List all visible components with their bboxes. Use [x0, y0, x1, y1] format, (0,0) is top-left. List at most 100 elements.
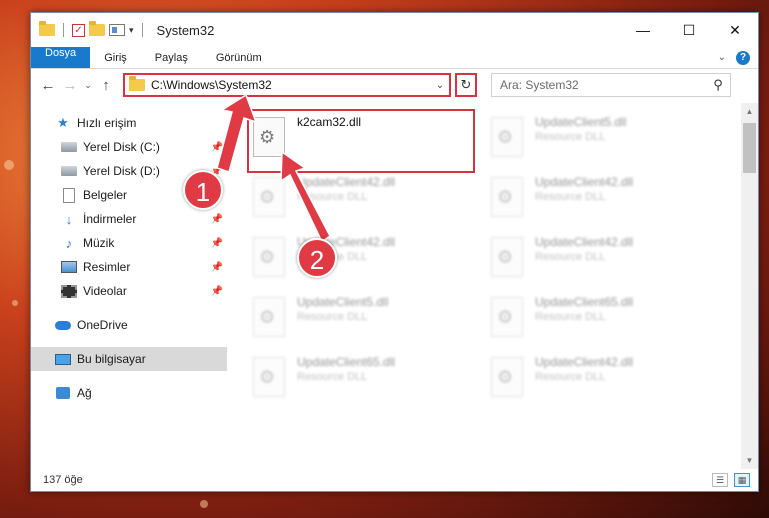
- file-item[interactable]: ⚙ UpdateClient42.dll Resource DLL: [249, 231, 487, 291]
- help-icon[interactable]: ?: [736, 50, 750, 65]
- file-type: Resource DLL: [297, 371, 368, 383]
- file-name: UpdateClient42.dll: [535, 235, 634, 249]
- dll-file-icon: ⚙: [253, 237, 285, 277]
- pictures-icon: [61, 261, 77, 273]
- tab-file[interactable]: Dosya: [31, 47, 91, 68]
- pin-icon[interactable]: 📌: [211, 238, 223, 249]
- file-item[interactable]: ⚙ UpdateClient42.dll Resource DLL: [487, 171, 725, 231]
- gear-icon: ⚙: [259, 187, 276, 207]
- sidebar-item-quick-access[interactable]: ★ Hızlı erişim: [31, 111, 227, 135]
- file-item[interactable]: ⚙ UpdateClient5.dll Resource DLL: [249, 291, 487, 351]
- dll-file-icon: ⚙: [253, 297, 285, 337]
- large-icons-view-icon[interactable]: ▦: [734, 473, 750, 487]
- navigation-pane: ★ Hızlı erişim Yerel Disk (C:) 📌 Yerel D…: [31, 103, 227, 469]
- pin-icon[interactable]: 📌: [211, 286, 223, 297]
- tab-home[interactable]: Giriş: [90, 47, 141, 68]
- dll-file-icon: ⚙: [491, 117, 523, 157]
- address-bar[interactable]: C:\Windows\System32 ⌄: [123, 73, 451, 97]
- gear-icon: ⚙: [497, 307, 514, 327]
- expand-ribbon-icon[interactable]: ⌄: [718, 52, 726, 63]
- gear-icon: ⚙: [259, 127, 276, 147]
- dll-file-icon: ⚙: [491, 177, 523, 217]
- documents-icon: [63, 187, 75, 203]
- scroll-up-arrow-icon[interactable]: ▲: [741, 103, 758, 120]
- disk-icon: [61, 166, 77, 176]
- details-view-icon[interactable]: ☰: [712, 473, 728, 487]
- file-item[interactable]: ⚙ UpdateClient5.dll Resource DLL: [487, 111, 725, 171]
- address-path[interactable]: C:\Windows\System32: [151, 78, 431, 92]
- gear-icon: ⚙: [259, 247, 276, 267]
- dll-file-icon: ⚙: [253, 177, 285, 217]
- properties-check-icon[interactable]: ✓: [72, 23, 85, 37]
- search-input[interactable]: Ara: System32: [500, 78, 706, 92]
- dll-file-icon: ⚙: [491, 357, 523, 397]
- gear-icon: ⚙: [497, 127, 514, 147]
- file-name: UpdateClient42.dll: [297, 175, 396, 189]
- sidebar-item-music[interactable]: ♪ Müzik 📌: [31, 231, 227, 255]
- pin-icon[interactable]: 📌: [211, 142, 223, 153]
- scroll-down-arrow-icon[interactable]: ▼: [741, 452, 758, 469]
- file-item[interactable]: ⚙ UpdateClient42.dll Resource DLL: [487, 231, 725, 291]
- folder-icon: [39, 21, 55, 36]
- gear-icon: ⚙: [259, 367, 276, 387]
- search-icon[interactable]: ⚲: [706, 77, 730, 93]
- pin-icon[interactable]: 📌: [211, 214, 223, 225]
- tab-view[interactable]: Görünüm: [202, 47, 276, 68]
- close-button[interactable]: ✕: [712, 13, 758, 47]
- up-arrow-icon[interactable]: ↑: [95, 77, 117, 94]
- file-type: Resource DLL: [535, 251, 606, 263]
- gear-icon: ⚙: [497, 187, 514, 207]
- file-name: UpdateClient42.dll: [535, 175, 634, 189]
- window-title: System32: [156, 22, 215, 38]
- file-item[interactable]: ⚙ UpdateClient65.dll Resource DLL: [487, 291, 725, 351]
- tab-share[interactable]: Paylaş: [141, 47, 202, 68]
- forward-arrow-icon[interactable]: →: [59, 77, 81, 94]
- recent-locations-chevron-icon[interactable]: ⌄: [81, 80, 95, 91]
- disk-icon: [61, 142, 77, 152]
- customize-toolbar-icon[interactable]: ▾: [129, 25, 134, 36]
- dll-file-icon: ⚙: [491, 297, 523, 337]
- scrollbar-thumb[interactable]: [743, 123, 756, 173]
- back-arrow-icon[interactable]: ←: [37, 77, 59, 94]
- minimize-button[interactable]: —: [620, 13, 666, 47]
- sidebar-item-onedrive[interactable]: OneDrive: [31, 313, 227, 337]
- file-name: UpdateClient65.dll: [535, 295, 634, 309]
- file-name: k2cam32.dll: [297, 115, 362, 129]
- file-name: UpdateClient5.dll: [535, 115, 627, 129]
- new-folder-icon[interactable]: [89, 21, 105, 36]
- sidebar-item-videos[interactable]: Videolar 📌: [31, 279, 227, 303]
- refresh-button[interactable]: ↻: [455, 73, 477, 97]
- properties-icon[interactable]: [109, 24, 125, 36]
- maximize-button[interactable]: ☐: [666, 13, 712, 47]
- search-box[interactable]: Ara: System32 ⚲: [491, 73, 731, 97]
- refresh-icon: ↻: [460, 77, 472, 92]
- window-controls: — ☐ ✕: [620, 13, 758, 47]
- vertical-scrollbar[interactable]: ▲ ▼: [741, 103, 758, 469]
- explorer-window: ✓ ▾ System32 — ☐ ✕ Dosya Giriş Paylaş Gö…: [30, 12, 759, 492]
- sidebar-item-local-disk-c[interactable]: Yerel Disk (C:) 📌: [31, 135, 227, 159]
- file-name: UpdateClient65.dll: [297, 355, 396, 369]
- file-type: Resource DLL: [297, 311, 368, 323]
- file-type: Resource DLL: [535, 311, 606, 323]
- sidebar-item-this-pc[interactable]: Bu bilgisayar: [31, 347, 227, 371]
- network-icon: [56, 387, 70, 399]
- sidebar-item-downloads[interactable]: ↓ İndirmeler 📌: [31, 207, 227, 231]
- address-dropdown-chevron-icon[interactable]: ⌄: [431, 80, 449, 91]
- step-1-callout: 1: [183, 170, 223, 210]
- sidebar-item-pictures[interactable]: Resimler 📌: [31, 255, 227, 279]
- status-bar: 137 öğe ☰ ▦: [31, 469, 758, 491]
- file-item-k2cam32[interactable]: ⚙ k2cam32.dll: [247, 109, 475, 173]
- dll-file-icon: ⚙: [253, 117, 285, 157]
- file-item[interactable]: ⚙ UpdateClient42.dll Resource DLL: [487, 351, 725, 411]
- dll-file-icon: ⚙: [491, 237, 523, 277]
- gear-icon: ⚙: [497, 367, 514, 387]
- quick-access-toolbar: ✓ ▾: [39, 13, 147, 47]
- item-count: 137 öğe: [43, 474, 83, 486]
- gear-icon: ⚙: [497, 247, 514, 267]
- file-item[interactable]: ⚙ UpdateClient42.dll Resource DLL: [249, 171, 487, 231]
- file-list: ⚙ k2cam32.dll ⚙ UpdateClient5.dll Resour…: [227, 103, 758, 469]
- file-item[interactable]: ⚙ UpdateClient65.dll Resource DLL: [249, 351, 487, 411]
- pin-icon[interactable]: 📌: [211, 262, 223, 273]
- title-bar: ✓ ▾ System32 — ☐ ✕: [31, 13, 758, 47]
- sidebar-item-network[interactable]: Ağ: [31, 381, 227, 405]
